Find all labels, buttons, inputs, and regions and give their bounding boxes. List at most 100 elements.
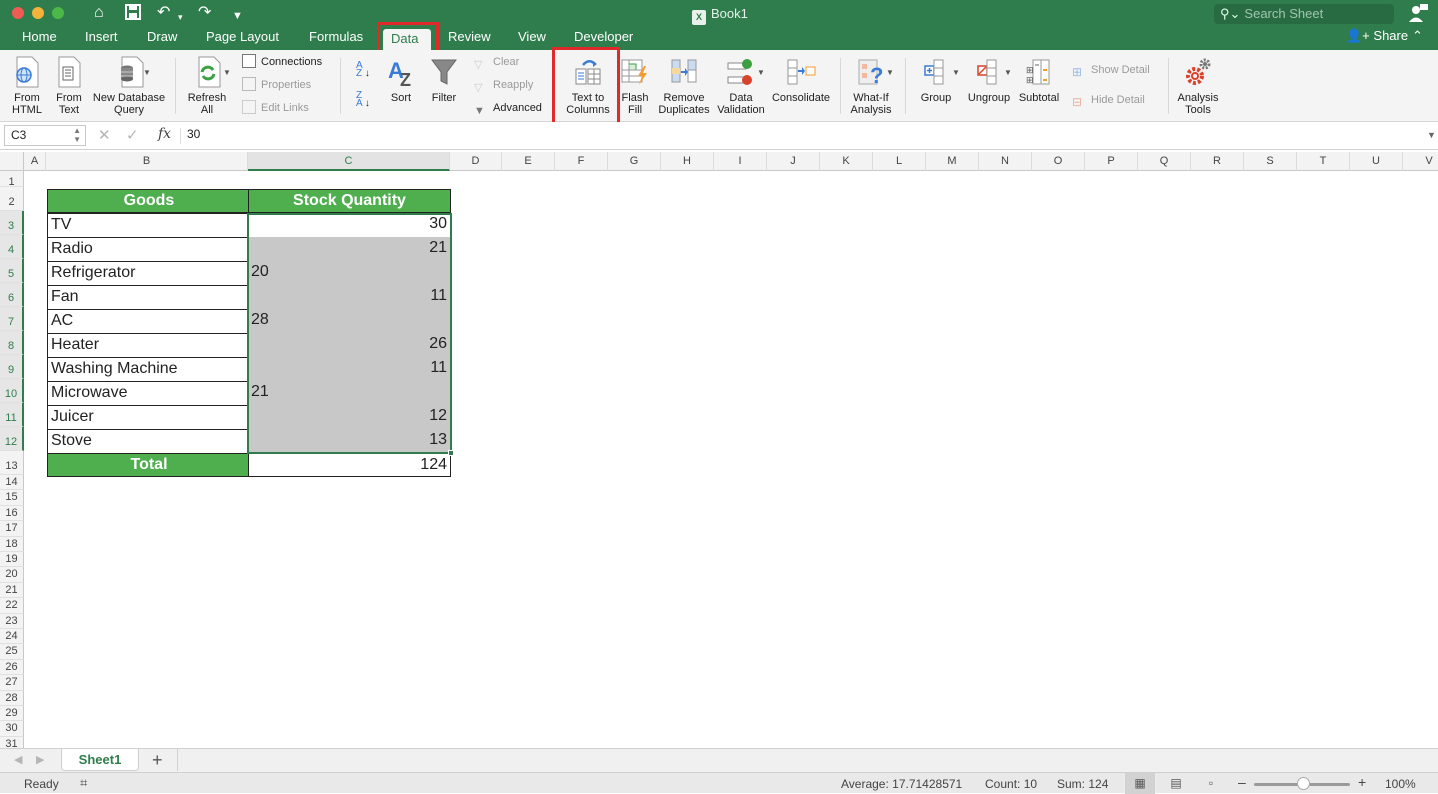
goods-cell[interactable]: Washing Machine (47, 357, 251, 382)
row-header-30[interactable]: 30 (0, 721, 24, 737)
row-header-28[interactable]: 28 (0, 690, 24, 706)
row-header-1[interactable]: 1 (0, 171, 24, 188)
zoom-window-button[interactable] (52, 7, 64, 19)
next-sheet-icon[interactable]: ▶ (36, 753, 44, 766)
row-header-9[interactable]: 9 (0, 355, 24, 379)
tab-home[interactable]: Home (14, 27, 65, 50)
advanced-filter-button[interactable]: ▼ Advanced (474, 100, 542, 117)
formula-input[interactable]: 30 (187, 127, 200, 141)
row-header-17[interactable]: 17 (0, 521, 24, 537)
row-header-25[interactable]: 25 (0, 644, 24, 660)
tab-draw[interactable]: Draw (139, 27, 185, 50)
new-database-query-button[interactable]: New Database Query (90, 56, 168, 116)
spreadsheet-grid[interactable]: A B C D E F G H I J K L M N O P Q R S T U V 1 2 3 4 5 6 7 8 9 10 11 12 13 1… (0, 152, 1438, 748)
column-header-i[interactable]: I (714, 152, 767, 171)
add-sheet-button[interactable]: + (152, 750, 163, 771)
row-header-10[interactable]: 10 (0, 379, 24, 403)
row-header-11[interactable]: 11 (0, 403, 24, 427)
row-header-27[interactable]: 27 (0, 675, 24, 691)
row-header-16[interactable]: 16 (0, 505, 24, 522)
account-icon[interactable] (1408, 3, 1430, 25)
collapse-ribbon-icon[interactable]: ⌃ (1412, 28, 1423, 44)
flash-fill-button[interactable]: Flash Fill (618, 56, 652, 116)
row-header-18[interactable]: 18 (0, 536, 24, 552)
stock-quantity-cell[interactable]: 12 (248, 405, 451, 430)
column-header-n[interactable]: N (979, 152, 1032, 171)
column-header-d[interactable]: D (450, 152, 502, 171)
sort-button[interactable]: AZ Sort (384, 56, 418, 104)
name-box-stepper-icon[interactable]: ▲ ▼ (73, 126, 81, 144)
previous-sheet-icon[interactable]: ◀ (14, 753, 22, 766)
hide-detail-button[interactable]: ⊟ Hide Detail (1072, 92, 1145, 109)
tab-page-layout[interactable]: Page Layout (198, 27, 287, 50)
column-header-p[interactable]: P (1085, 152, 1138, 171)
close-window-button[interactable] (12, 7, 24, 19)
row-header-21[interactable]: 21 (0, 582, 24, 599)
cancel-formula-icon[interactable]: ✕ (98, 126, 111, 144)
stock-quantity-cell[interactable]: 21 (248, 237, 451, 262)
properties-button[interactable]: Properties (242, 77, 311, 93)
ungroup-dropdown-icon[interactable]: ▼ (1004, 68, 1012, 77)
stock-quantity-cell[interactable]: 26 (248, 333, 451, 358)
column-header-v[interactable]: V (1403, 152, 1438, 171)
share-button[interactable]: 👤+ Share (1346, 28, 1408, 44)
ungroup-button[interactable]: Ungroup (964, 56, 1014, 104)
column-header-u[interactable]: U (1350, 152, 1403, 171)
row-header-3[interactable]: 3 (0, 211, 24, 235)
stock-quantity-cell[interactable]: 28 (248, 309, 451, 334)
zoom-level[interactable]: 100% (1385, 777, 1416, 791)
row-header-12[interactable]: 12 (0, 427, 24, 451)
stock-quantity-cell[interactable]: 13 (248, 429, 451, 454)
what-if-analysis-button[interactable]: ? What-If Analysis (848, 56, 894, 116)
stock-quantity-cell[interactable]: 11 (248, 285, 451, 310)
row-header-24[interactable]: 24 (0, 629, 24, 645)
remove-duplicates-button[interactable]: Remove Duplicates (656, 56, 712, 116)
page-break-view-icon[interactable]: ▫ (1196, 773, 1226, 794)
undo-dropdown-icon[interactable]: ▾ (178, 8, 183, 26)
row-header-22[interactable]: 22 (0, 598, 24, 614)
redo-icon[interactable]: ↷ (198, 4, 211, 22)
row-header-29[interactable]: 29 (0, 706, 24, 722)
zoom-in-button[interactable]: + (1358, 774, 1366, 790)
column-header-f[interactable]: F (555, 152, 608, 171)
tab-formulas[interactable]: Formulas (301, 27, 371, 50)
row-header-2[interactable]: 2 (0, 187, 24, 211)
row-header-23[interactable]: 23 (0, 613, 24, 629)
row-header-26[interactable]: 26 (0, 659, 24, 676)
total-value-cell[interactable]: 124 (248, 453, 451, 477)
data-validation-dropdown-icon[interactable]: ▼ (757, 68, 765, 77)
new-db-query-dropdown-icon[interactable]: ▼ (143, 68, 151, 77)
insert-function-icon[interactable]: fx (158, 126, 171, 142)
column-header-k[interactable]: K (820, 152, 873, 171)
save-icon[interactable] (125, 4, 141, 25)
table-header-stock-quantity[interactable]: Stock Quantity (248, 189, 451, 213)
undo-icon[interactable]: ↶ (157, 4, 170, 22)
refresh-all-button[interactable]: Refresh All (184, 56, 230, 116)
row-header-14[interactable]: 14 (0, 475, 24, 491)
column-header-h[interactable]: H (661, 152, 714, 171)
column-header-r[interactable]: R (1191, 152, 1244, 171)
filter-button[interactable]: Filter (426, 56, 462, 104)
goods-cell[interactable]: Fan (47, 285, 251, 310)
column-header-c[interactable]: C (248, 152, 450, 171)
row-header-7[interactable]: 7 (0, 307, 24, 331)
column-header-e[interactable]: E (502, 152, 555, 171)
customize-toolbar-icon[interactable]: ▼ (232, 7, 243, 25)
fill-handle[interactable] (448, 450, 454, 456)
stock-quantity-cell[interactable]: 20 (248, 261, 451, 286)
stock-quantity-cell[interactable]: 11 (248, 357, 451, 382)
row-header-8[interactable]: 8 (0, 331, 24, 355)
row-header-31[interactable]: 31 (0, 736, 24, 748)
zoom-slider-thumb[interactable] (1297, 777, 1310, 790)
goods-cell[interactable]: AC (47, 309, 251, 334)
row-header-15[interactable]: 15 (0, 490, 24, 506)
column-header-l[interactable]: L (873, 152, 926, 171)
stock-quantity-cell[interactable]: 21 (248, 381, 451, 406)
from-html-button[interactable]: From HTML (6, 56, 48, 116)
reapply-button[interactable]: ▽ Reapply (474, 77, 533, 94)
group-button[interactable]: Group (914, 56, 958, 104)
consolidate-button[interactable]: Consolidate (770, 56, 832, 104)
goods-cell[interactable]: Refrigerator (47, 261, 251, 286)
column-header-j[interactable]: J (767, 152, 820, 171)
sort-z-to-a-button[interactable]: ZA ↓ (356, 91, 370, 109)
